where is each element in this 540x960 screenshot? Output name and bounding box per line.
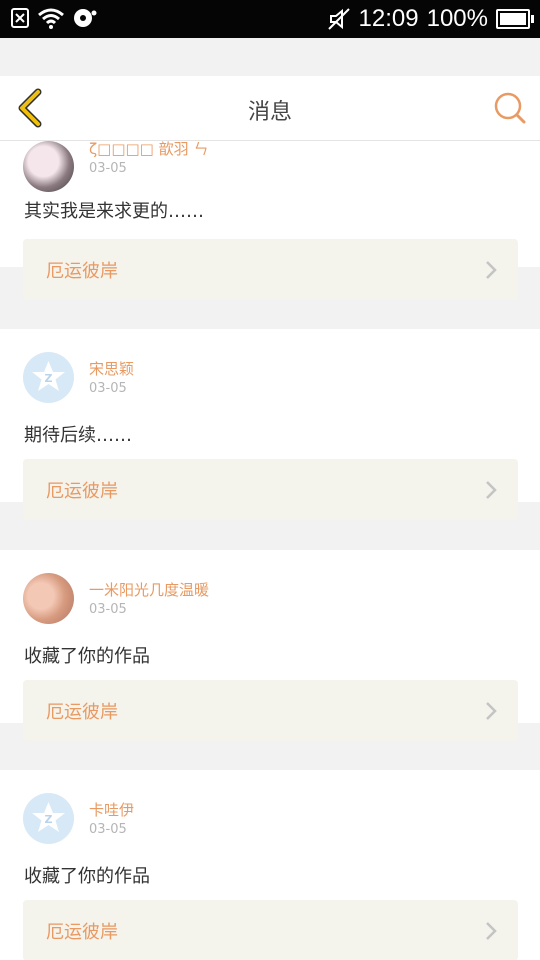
chevron-right-icon: [486, 922, 497, 940]
top-spacer: [0, 38, 540, 76]
work-title: 厄运彼岸: [46, 261, 118, 282]
page-title: 消息: [247, 100, 292, 125]
avatar[interactable]: [23, 573, 74, 624]
avatar[interactable]: Z: [23, 793, 74, 844]
status-right: 12:09 100%: [327, 4, 534, 34]
work-link[interactable]: 厄运彼岸: [23, 680, 518, 741]
avatar[interactable]: Z: [23, 352, 74, 403]
app-header: 消息: [0, 76, 540, 141]
wifi-icon: [38, 8, 64, 29]
avatar[interactable]: [23, 141, 74, 192]
message-date: 03-05: [89, 822, 127, 837]
battery-icon: [496, 9, 534, 29]
username[interactable]: 宋思颖: [89, 358, 134, 379]
battery-fill: [500, 13, 526, 25]
message-text: 收藏了你的作品: [24, 646, 150, 667]
chevron-right-icon: [486, 261, 497, 279]
chevron-right-icon: [486, 481, 497, 499]
work-title: 厄运彼岸: [46, 702, 118, 723]
work-link[interactable]: 厄运彼岸: [23, 239, 518, 300]
default-avatar-icon: Z: [32, 802, 65, 832]
sync-icon: [74, 9, 97, 27]
work-title: 厄运彼岸: [46, 922, 118, 943]
message-list[interactable]: ζ□□□□ 歆羽 ㄣ 03-05 其实我是来求更的…… 厄运彼岸 Z 宋思颖 0…: [0, 141, 540, 960]
svg-text:Z: Z: [45, 813, 53, 826]
svg-text:Z: Z: [45, 372, 53, 385]
message-card: 一米阳光几度温暖 03-05 收藏了你的作品 厄运彼岸: [0, 550, 540, 741]
message-text: 收藏了你的作品: [24, 866, 150, 887]
status-time: 12:09: [358, 5, 419, 32]
username[interactable]: 卡哇伊: [89, 799, 134, 820]
message-date: 03-05: [89, 602, 127, 617]
default-avatar-icon: Z: [32, 361, 65, 391]
search-icon[interactable]: [492, 90, 528, 126]
battery-percent: 100%: [426, 5, 488, 32]
work-link[interactable]: 厄运彼岸: [23, 900, 518, 960]
sim-error-icon: [11, 8, 29, 28]
message-text: 期待后续……: [24, 425, 132, 446]
message-card: Z 宋思颖 03-05 期待后续…… 厄运彼岸: [0, 329, 540, 520]
message-card: Z 卡哇伊 03-05 收藏了你的作品 厄运彼岸: [0, 770, 540, 960]
status-left-icons: [10, 7, 98, 29]
message-date: 03-05: [89, 381, 127, 396]
work-link[interactable]: 厄运彼岸: [23, 459, 518, 520]
username[interactable]: 一米阳光几度温暖: [89, 579, 209, 600]
chevron-right-icon: [486, 702, 497, 720]
username[interactable]: ζ□□□□ 歆羽 ㄣ: [89, 141, 208, 159]
message-text: 其实我是来求更的……: [24, 201, 204, 222]
status-bar: 12:09 100%: [0, 0, 540, 38]
message-card: ζ□□□□ 歆羽 ㄣ 03-05 其实我是来求更的…… 厄运彼岸: [0, 141, 540, 300]
work-title: 厄运彼岸: [46, 481, 118, 502]
mute-icon: [327, 8, 350, 30]
message-date: 03-05: [89, 161, 127, 176]
